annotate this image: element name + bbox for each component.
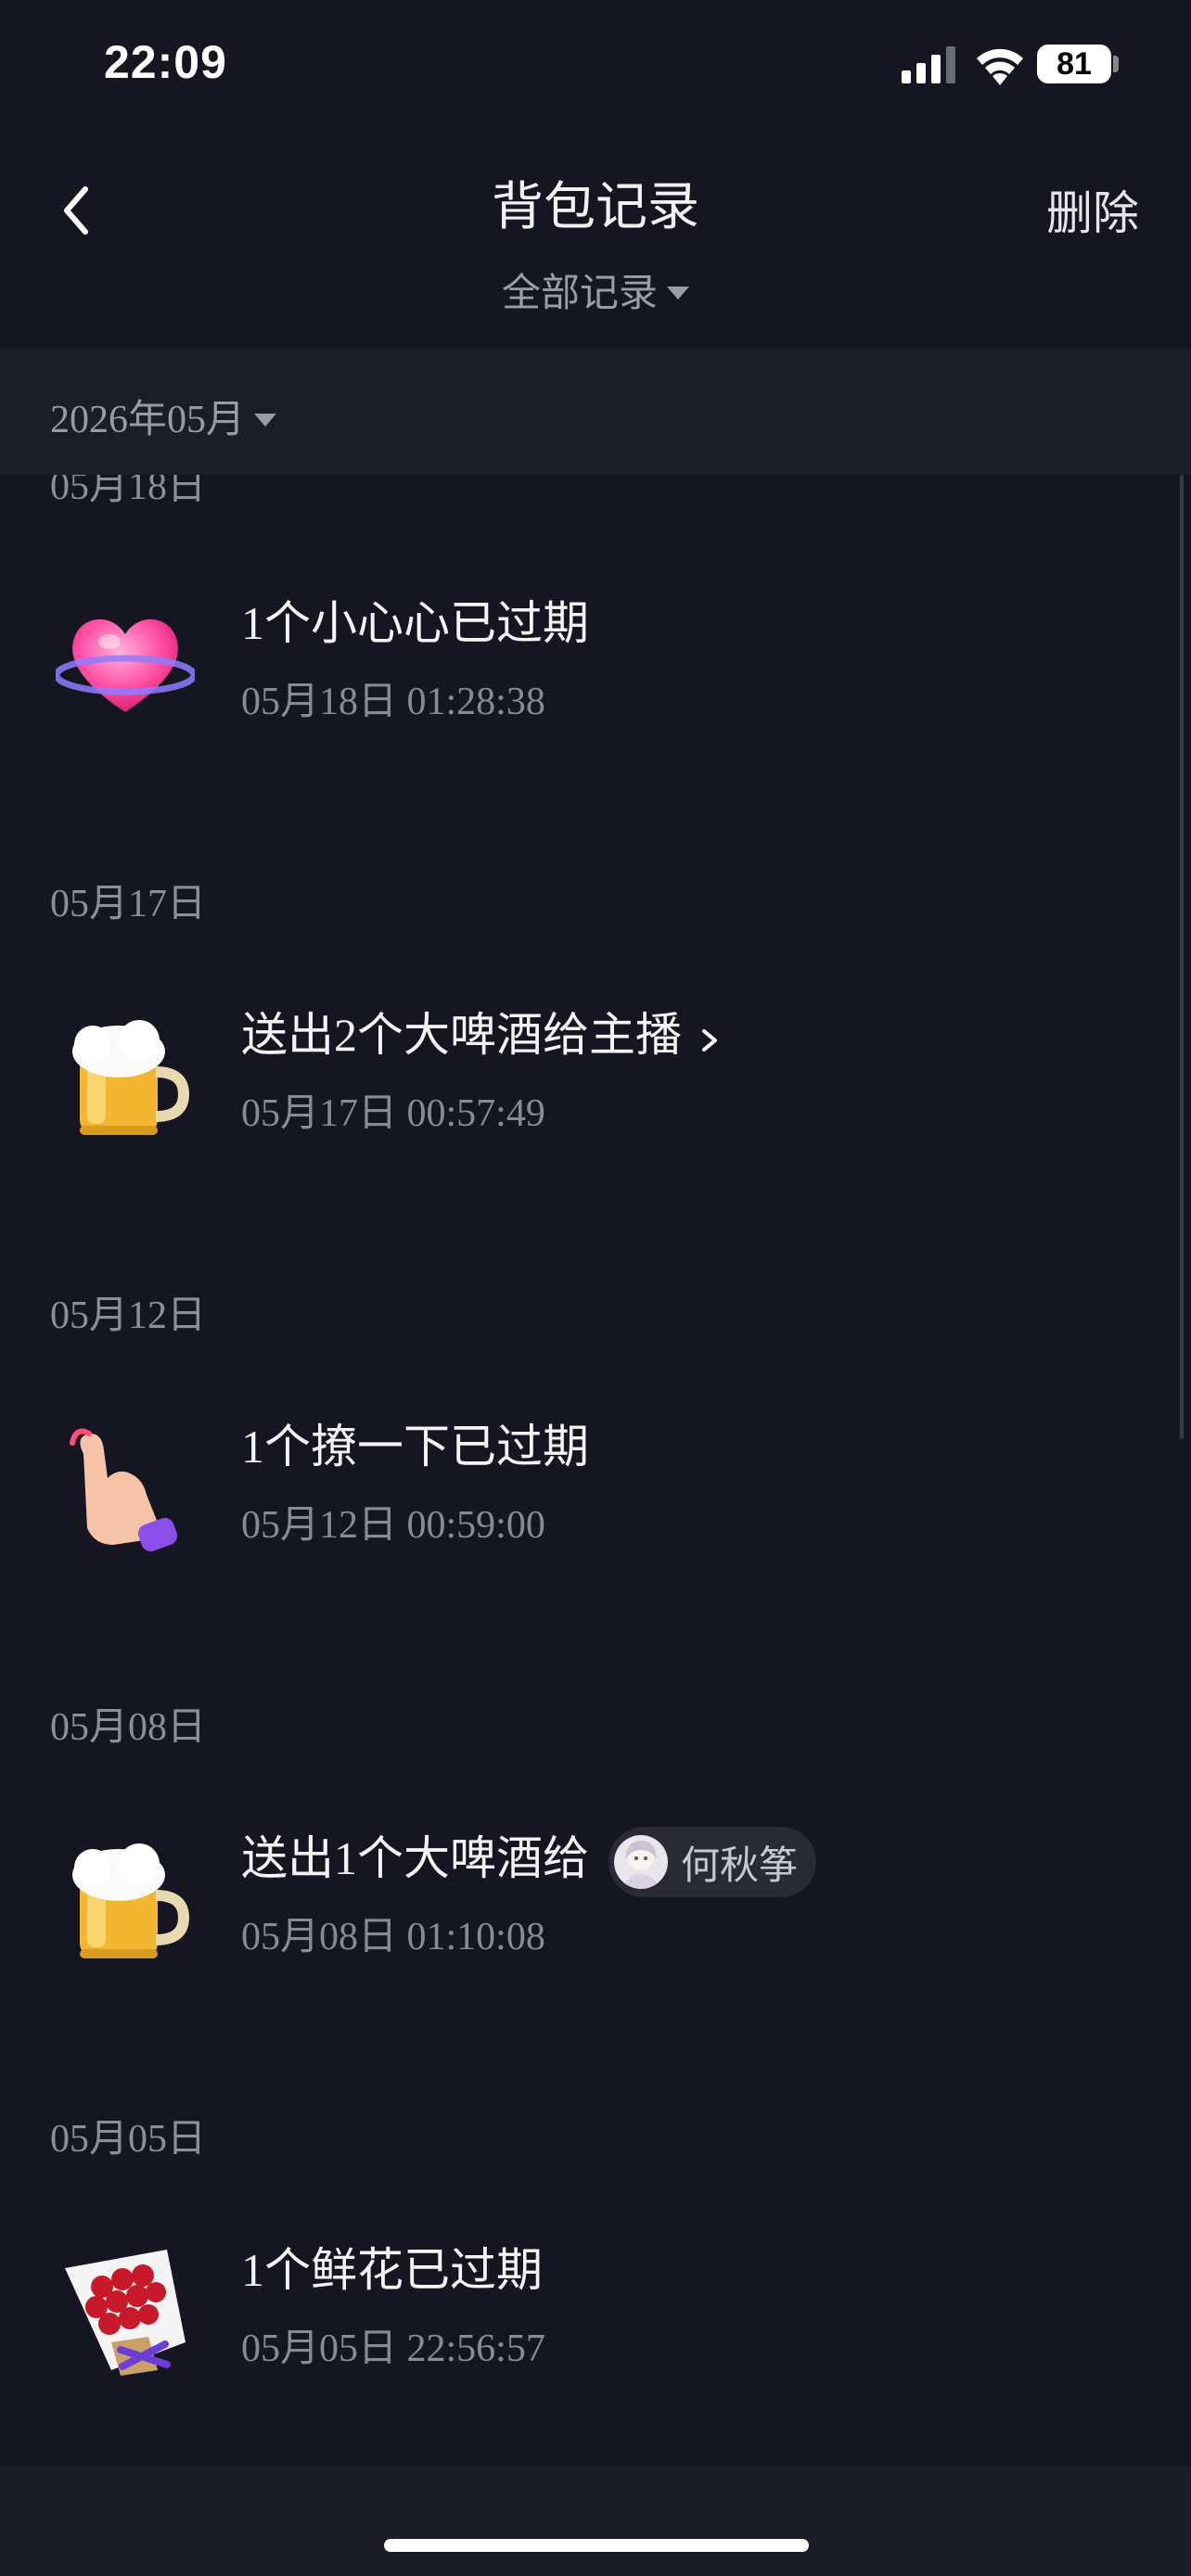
chevron-right-icon bbox=[702, 1028, 717, 1052]
record-list[interactable]: 05月18日 1个小心心已过期 05月18日 01:28:38 05月17日 送… bbox=[0, 475, 1191, 2467]
record-title: 1个撩一下已过期 bbox=[241, 1421, 589, 1473]
flower-bouquet-icon bbox=[56, 2240, 195, 2379]
record-time: 05月05日 22:56:57 bbox=[241, 2327, 545, 2370]
month-label: 2026年05月 bbox=[50, 399, 246, 441]
bottom-area bbox=[0, 2467, 1191, 2576]
battery-indicator: 81 bbox=[1037, 45, 1111, 83]
record-time: 05月18日 01:28:38 bbox=[241, 681, 545, 723]
record-filter-dropdown[interactable]: 全部记录 bbox=[0, 261, 1191, 318]
delete-button[interactable]: 删除 bbox=[1046, 176, 1139, 243]
caret-down-icon bbox=[667, 286, 689, 300]
record-title: 送出2个大啤酒给主播 bbox=[241, 1009, 682, 1061]
page-title: 背包记录 bbox=[492, 177, 699, 236]
record-title: 1个鲜花已过期 bbox=[241, 2244, 543, 2296]
record-title: 送出1个大啤酒给 bbox=[241, 1832, 589, 1884]
cellular-signal-icon bbox=[902, 46, 955, 83]
record-time: 05月08日 01:10:08 bbox=[241, 1916, 545, 1958]
record-time: 05月12日 00:59:00 bbox=[241, 1504, 545, 1547]
record-time: 05月17日 00:57:49 bbox=[241, 1092, 545, 1135]
beer-gift-icon bbox=[56, 1007, 195, 1146]
recipient-name: 何秋筝 bbox=[681, 1843, 799, 1887]
date-header: 05月18日 bbox=[50, 475, 207, 508]
record-title-link[interactable]: 送出2个大啤酒给主播 bbox=[241, 998, 721, 1065]
home-indicator[interactable] bbox=[384, 2539, 809, 2552]
finger-heart-gift-icon bbox=[56, 1417, 195, 1556]
recipient-chip[interactable]: 何秋筝 bbox=[608, 1827, 817, 1897]
record-title: 1个小心心已过期 bbox=[241, 597, 589, 649]
battery-tip bbox=[1113, 56, 1119, 72]
date-header: 05月17日 bbox=[50, 883, 207, 925]
heart-gift-icon bbox=[53, 593, 198, 733]
date-header: 05月08日 bbox=[50, 1706, 207, 1749]
caret-down-icon bbox=[254, 414, 277, 427]
avatar bbox=[614, 1835, 668, 1889]
battery-level: 81 bbox=[1057, 46, 1092, 82]
filter-label: 全部记录 bbox=[501, 271, 658, 314]
scrollbar[interactable] bbox=[1180, 475, 1184, 1439]
date-header: 05月12日 bbox=[50, 1294, 207, 1337]
status-time: 22:09 bbox=[104, 36, 227, 88]
beer-gift-icon bbox=[56, 1830, 195, 1970]
month-selector[interactable]: 2026年05月 bbox=[50, 388, 277, 444]
date-header: 05月05日 bbox=[50, 2118, 207, 2161]
wifi-icon bbox=[977, 48, 1023, 85]
